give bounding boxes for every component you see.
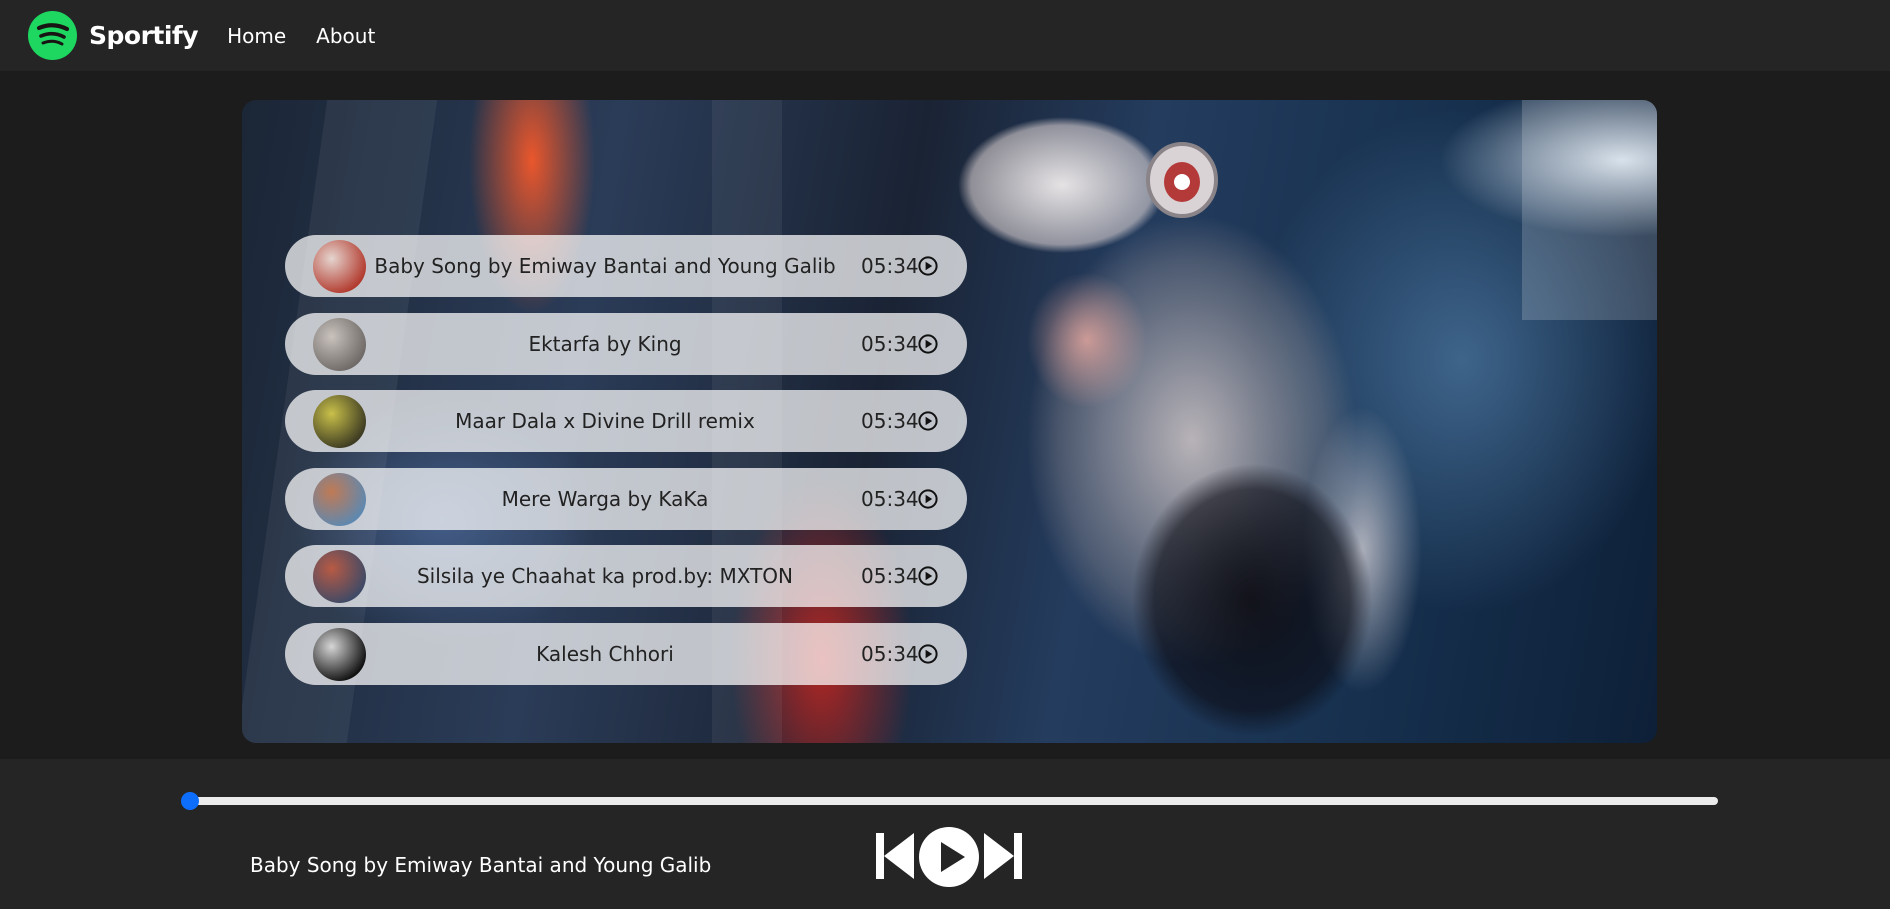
song-item[interactable]: Maar Dala x Divine Drill remix 05:34 <box>285 390 967 453</box>
song-item[interactable]: Mere Warga by KaKa 05:34 <box>285 467 967 530</box>
song-item[interactable]: Baby Song by Emiway Bantai and Young Gal… <box>285 235 967 297</box>
play-circle-icon[interactable] <box>918 411 938 431</box>
dj-face <box>1002 250 1172 430</box>
nav-link-home[interactable]: Home <box>227 24 286 48</box>
song-title: Kalesh Chhori <box>536 641 674 666</box>
brand-name[interactable]: Sportify <box>89 21 199 50</box>
song-duration: 05:34 <box>861 564 919 589</box>
play-circle-icon[interactable] <box>918 644 938 664</box>
song-title: Baby Song by Emiway Bantai and Young Gal… <box>374 254 836 278</box>
song-title: Maar Dala x Divine Drill remix <box>455 409 755 434</box>
song-list: Baby Song by Emiway Bantai and Young Gal… <box>285 235 967 701</box>
hero-banner: Baby Song by Emiway Bantai and Young Gal… <box>242 100 1657 743</box>
song-item[interactable]: Silsila ye Chaahat ka prod.by: MXTON 05:… <box>285 545 967 608</box>
navbar: Sportify Home About <box>0 0 1890 71</box>
song-item[interactable]: Ektarfa by King 05:34 <box>285 312 967 375</box>
spotify-logo-icon[interactable] <box>28 11 77 60</box>
play-circle-icon[interactable] <box>918 826 980 888</box>
song-cover <box>313 240 366 293</box>
song-duration: 05:34 <box>861 641 919 666</box>
song-title: Silsila ye Chaahat ka prod.by: MXTON <box>416 564 794 589</box>
progress-thumb[interactable] <box>181 792 199 810</box>
song-cover <box>313 395 366 449</box>
song-duration: 05:34 <box>861 331 919 356</box>
song-cover <box>313 317 366 371</box>
progress-bar[interactable] <box>181 792 1718 810</box>
previous-icon[interactable] <box>876 833 916 879</box>
play-circle-icon[interactable] <box>918 489 938 509</box>
song-item[interactable]: Kalesh Chhori 05:34 <box>285 622 967 685</box>
song-cover <box>313 550 366 604</box>
song-title: Ektarfa by King <box>528 331 682 356</box>
song-duration: 05:34 <box>861 486 919 511</box>
nav-link-about[interactable]: About <box>316 24 375 48</box>
dj-dress <box>1102 430 1402 743</box>
song-duration: 05:34 <box>861 254 919 278</box>
next-icon[interactable] <box>982 833 1022 879</box>
background-light <box>1522 100 1657 320</box>
song-cover <box>313 627 366 681</box>
now-playing-title: Baby Song by Emiway Bantai and Young Gal… <box>250 853 712 877</box>
play-circle-icon[interactable] <box>918 333 938 354</box>
song-cover <box>313 472 366 526</box>
play-circle-icon[interactable] <box>918 566 938 586</box>
song-duration: 05:34 <box>861 409 919 434</box>
headphones-icon <box>1146 142 1218 218</box>
song-title: Mere Warga by KaKa <box>501 486 709 511</box>
play-circle-icon[interactable] <box>918 256 938 276</box>
